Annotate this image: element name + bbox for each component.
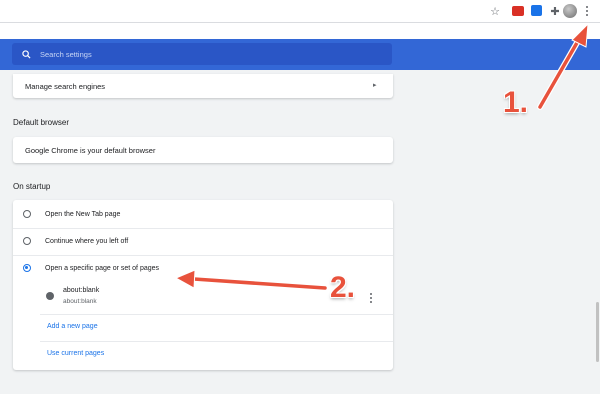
- annotation-arrow-1: [537, 22, 589, 110]
- annotation-step-1: 1.: [503, 86, 529, 119]
- annotation-step-2: 2.: [330, 271, 356, 304]
- annotation-arrow-2: [174, 269, 328, 291]
- annotation-arrows: [174, 22, 589, 291]
